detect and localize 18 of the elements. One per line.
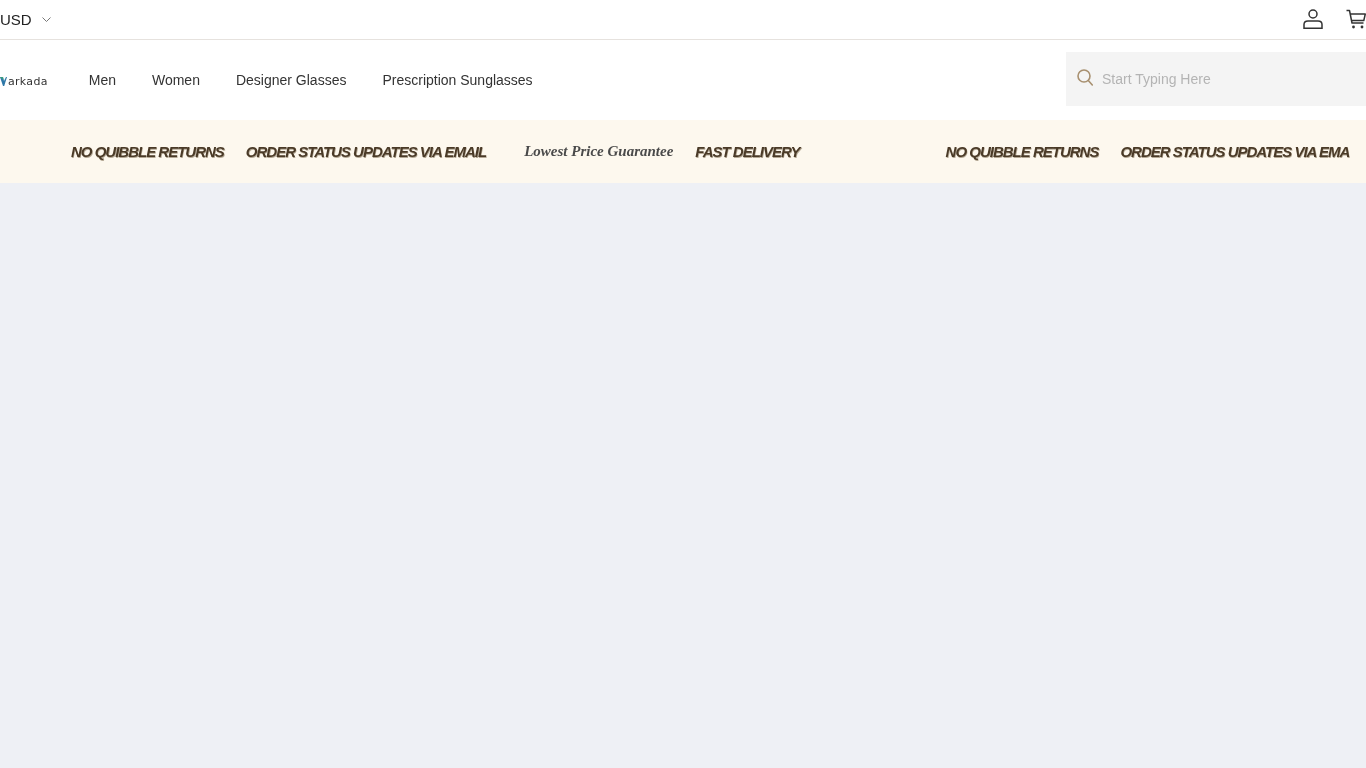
announcement-text: NO QUIBBLE RETURNS (945, 143, 1099, 160)
currency-selector[interactable]: USD (0, 9, 51, 30)
logo-link[interactable]: arkada (0, 74, 48, 88)
announcement-text: FAST DELIVERY (695, 143, 800, 160)
nav-link[interactable]: Women (151, 72, 200, 88)
search-icon (1077, 69, 1093, 86)
announcement-text: ORDER STATUS UPDATES VIA EMA (1120, 143, 1350, 160)
nav-link[interactable]: Men (88, 72, 116, 88)
chevron-down-icon (41, 17, 51, 22)
nav-link[interactable]: Designer Glasses (235, 72, 347, 88)
announcement-text: Lowest Price Guarantee (524, 143, 674, 160)
user-icon[interactable] (1303, 9, 1323, 29)
announcement-text: ORDER STATUS UPDATES VIA EMAIL (245, 143, 487, 160)
announcement-text: NO QUIBBLE RETURNS (71, 143, 224, 160)
cart-icon[interactable] (1346, 9, 1366, 29)
nav-link[interactable]: Prescription Sunglasses (382, 72, 533, 88)
search-field[interactable]: Start Typing Here (1066, 52, 1366, 106)
logo-mark-icon (0, 76, 7, 86)
